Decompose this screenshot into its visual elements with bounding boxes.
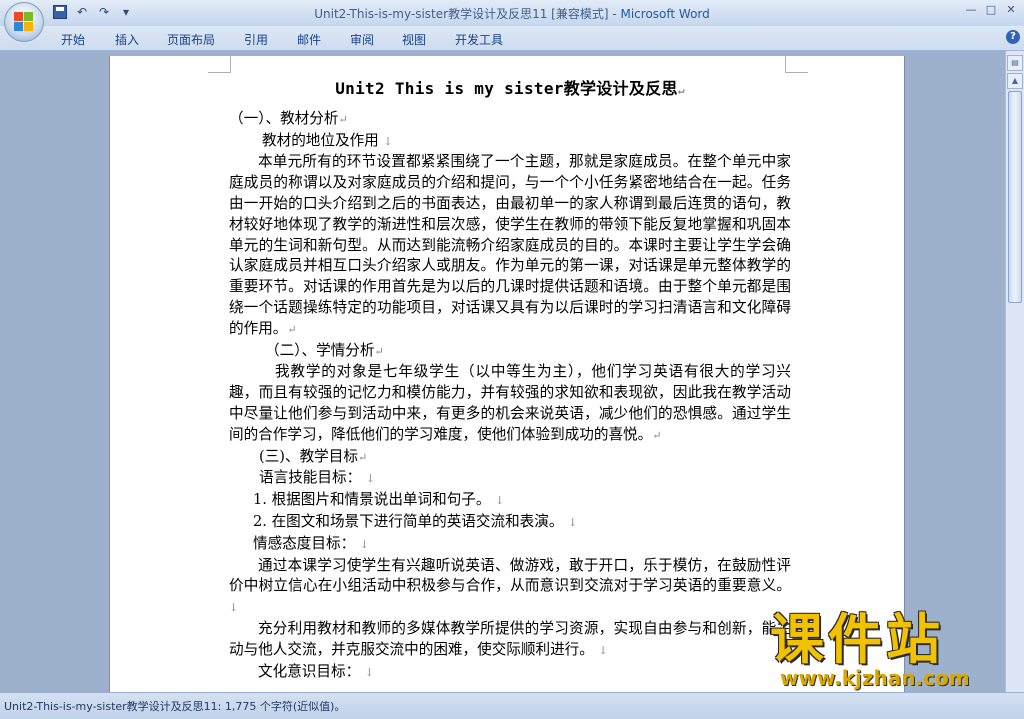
document-body[interactable]: Unit2 This is my sister教学设计及反思↵ （一）、教材分析… [229,79,791,683]
tab-insert[interactable]: 插入 [115,31,139,48]
paragraph: 通过本课学习使学生有兴趣听说英语、做游戏，敢于开口，乐于模仿，在鼓励性评价中树立… [229,556,791,615]
paragraph: 文化意识目标： ↓ [258,662,375,680]
paragraph: 2. 在图文和场景下进行简单的英语交流和表演。 ↓ [253,512,578,530]
status-text: Unit2-This-is-my-sister教学设计及反思11: 1,775 … [4,700,346,713]
document-title: Unit2 This is my sister教学设计及反思↵ [335,79,685,98]
paragraph: 我教学的对象是七年级学生（以中等生为主），他们学习英语有很大的学习兴趣，而且有较… [229,363,791,443]
paragraph: 情感态度目标： ↓ [253,534,370,552]
close-button[interactable]: ✕ [1002,2,1020,18]
scroll-up-icon[interactable]: ▲ [1007,73,1023,89]
window-controls: — □ ✕ [962,2,1020,18]
title-bar: ↶ ↷ ▾ Unit2-This-is-my-sister教学设计及反思11 [… [0,0,1024,26]
tab-page-layout[interactable]: 页面布局 [167,31,215,48]
tab-home[interactable]: 开始 [61,31,85,48]
app-name: Microsoft Word [620,7,710,21]
help-icon[interactable]: ? [1006,30,1020,44]
tab-developer[interactable]: 开发工具 [455,31,503,48]
paragraph: （二）、学情分析↵ [265,341,384,359]
paragraph: 1. 根据图片和情景说出单词和句子。 ↓ [253,491,505,509]
scroll-thumb[interactable] [1008,91,1022,303]
title-separator: - [608,7,621,21]
tab-mailings[interactable]: 邮件 [297,31,321,48]
tab-review[interactable]: 审阅 [350,31,374,48]
margin-corner-top-right [785,56,808,73]
restore-button[interactable]: □ [982,2,1000,18]
office-button[interactable] [4,2,44,42]
paragraph: 教材的地位及作用 ↓ [262,131,393,149]
window-title: Unit2-This-is-my-sister教学设计及反思11 [兼容模式] … [0,5,1024,22]
office-logo-icon [14,12,34,32]
watermark-logo: 课件站 www.kjzhan.com [770,612,1010,692]
watermark-url: www.kjzhan.com [780,666,970,690]
paragraph: (三)、教学目标↵ [259,447,368,465]
paragraph: （一）、教材分析↵ [229,109,348,127]
paragraph: 语言技能目标： ↓ [259,469,376,487]
ribbon-tabs: 开始 插入 页面布局 引用 邮件 审阅 视图 开发工具 ? [0,26,1024,51]
paragraph: 充分利用教材和教师的多媒体教学所提供的学习资源，实现自由参与和创新，能主动与他人… [229,619,791,658]
status-bar: Unit2-This-is-my-sister教学设计及反思11: 1,775 … [0,692,1024,719]
minimize-button[interactable]: — [962,2,980,18]
paragraph: 本单元所有的环节设置都紧紧围绕了一个主题，那就是家庭成员。在整个单元中家庭成员的… [229,153,791,337]
document-area: Unit2 This is my sister教学设计及反思↵ （一）、教材分析… [0,51,1006,692]
document-name: Unit2-This-is-my-sister教学设计及反思11 [兼容模式] [314,7,609,21]
tab-references[interactable]: 引用 [244,31,268,48]
document-page[interactable]: Unit2 This is my sister教学设计及反思↵ （一）、教材分析… [109,56,905,692]
margin-corner-top-left [208,56,231,73]
vertical-scrollbar[interactable]: ▤ ▲ [1005,51,1024,692]
watermark-text: 课件站 [770,608,944,671]
ruler-toggle-icon[interactable]: ▤ [1007,55,1023,71]
tab-view[interactable]: 视图 [402,31,426,48]
